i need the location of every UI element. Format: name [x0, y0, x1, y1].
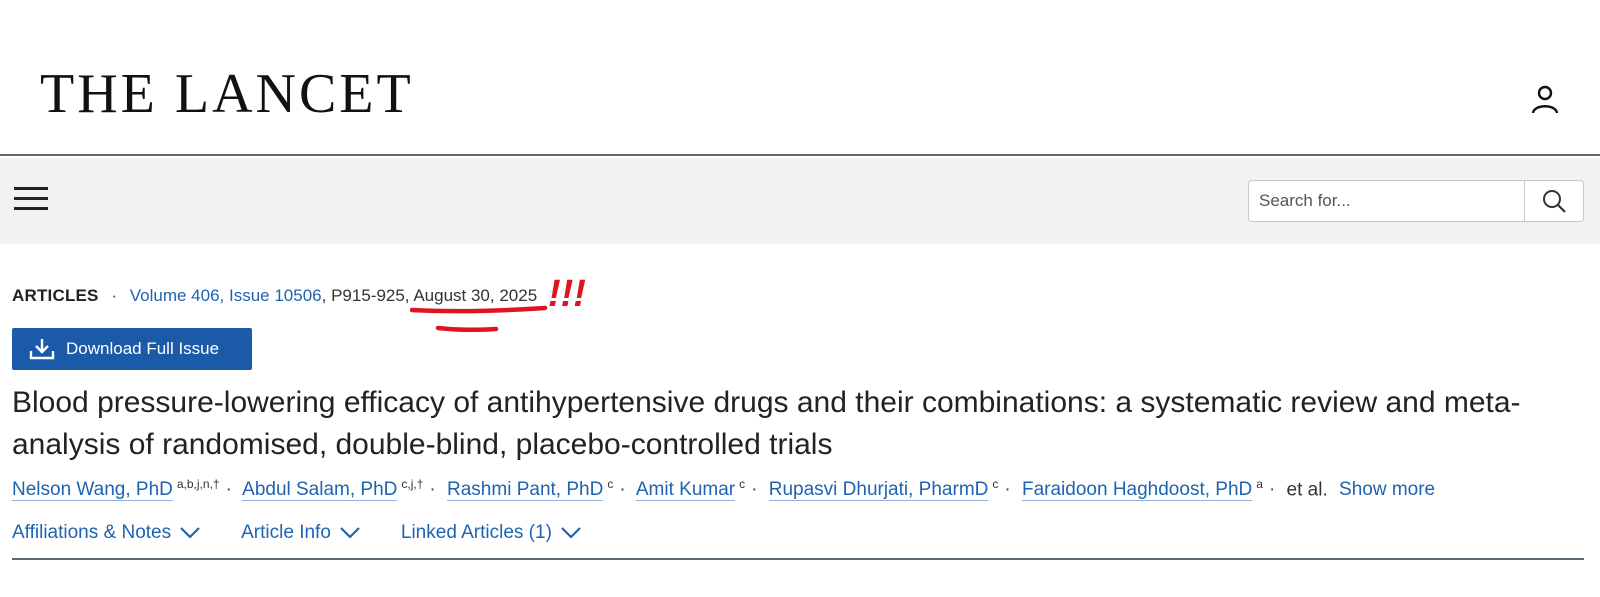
author-link[interactable]: Faraidoon Haghdoost, PhD — [1021, 479, 1253, 502]
site-logo[interactable]: THE LANCET — [40, 66, 414, 122]
author-affiliation: c — [607, 477, 614, 491]
tab-article-info[interactable]: Article Info — [241, 522, 361, 558]
separator-dot: · — [111, 286, 118, 305]
author-list: Nelson Wang, PhD a,b,j,n,† · Abdul Salam, … — [12, 477, 1436, 502]
annotation-exclamations: !!! — [548, 273, 586, 315]
chevron-down-icon — [561, 527, 581, 539]
author-link[interactable]: Abdul Salam, PhD — [242, 479, 398, 502]
nav-bar — [0, 158, 1600, 244]
article-type-label: ARTICLES — [12, 286, 99, 305]
article-info-tabs: Affiliations & Notes Article Info Linked… — [12, 522, 1584, 560]
article-title: Blood pressure-lowering efficacy of anti… — [12, 386, 1521, 461]
comma-separator: , — [321, 286, 332, 305]
tab-label: Article Info — [241, 522, 331, 543]
show-more-link[interactable]: Show more — [1339, 479, 1435, 500]
author-link[interactable]: Rupasvi Dhurjati, PharmD — [768, 479, 989, 502]
author-link[interactable]: Nelson Wang, PhD — [12, 479, 173, 502]
hamburger-menu-icon[interactable] — [14, 184, 50, 214]
issue-link[interactable]: Volume 406, Issue 10506 — [130, 286, 322, 305]
chevron-down-icon — [180, 527, 200, 539]
chevron-down-icon — [340, 527, 360, 539]
author-affiliation: c,j,† — [401, 477, 424, 491]
author-link[interactable]: Amit Kumar — [635, 479, 736, 502]
search-box — [1248, 180, 1584, 222]
author-affiliation: c — [992, 477, 999, 491]
user-icon[interactable] — [1528, 82, 1562, 116]
author-affiliation: c — [739, 477, 746, 491]
tab-linked-articles[interactable]: Linked Articles (1) — [401, 522, 582, 558]
download-full-issue-button[interactable]: Download Full Issue — [12, 328, 252, 370]
tab-label: Affiliations & Notes — [12, 522, 172, 543]
download-button-label: Download Full Issue — [66, 339, 220, 358]
search-input[interactable] — [1249, 181, 1525, 221]
tab-affiliations-notes[interactable]: Affiliations & Notes — [12, 522, 201, 558]
search-icon[interactable] — [1525, 181, 1583, 221]
page-range: P915-925, — [331, 286, 410, 305]
handwritten-annotation: !!! — [410, 273, 586, 333]
download-icon — [29, 339, 55, 360]
author-affiliation: a — [1256, 477, 1263, 491]
author-link[interactable]: Rashmi Pant, PhD — [447, 479, 604, 502]
author-affiliation: a,b,j,n,† — [176, 477, 220, 491]
site-header: THE LANCET — [0, 0, 1600, 156]
tab-label: Linked Articles (1) — [400, 522, 552, 543]
et-al-text: et al. — [1286, 479, 1328, 501]
